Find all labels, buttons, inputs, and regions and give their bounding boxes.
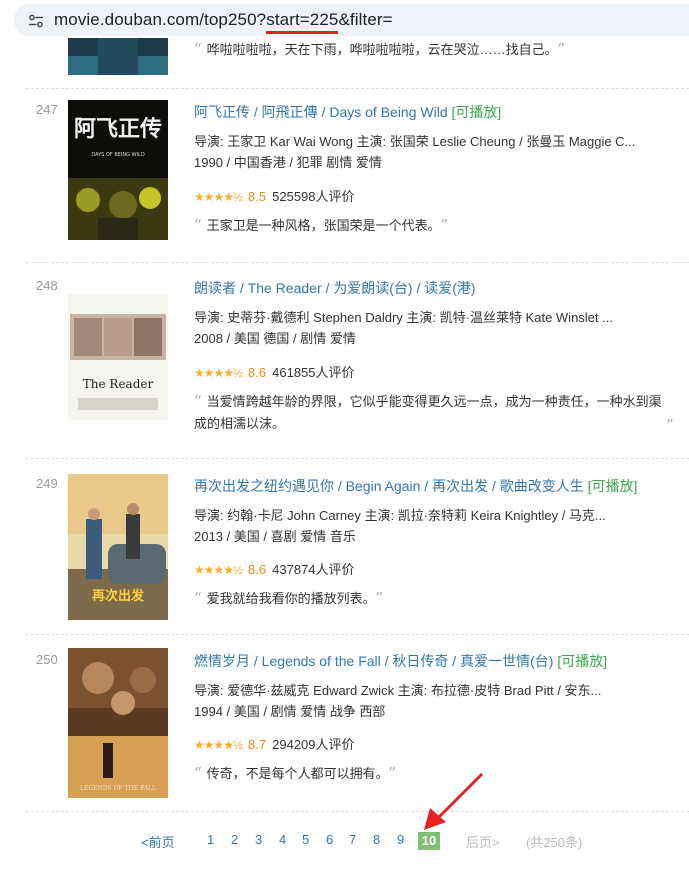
rating-votes: 294209人评价 <box>272 737 355 752</box>
poster-title: The Reader <box>83 377 154 391</box>
page-link-1[interactable]: 1 <box>207 832 214 847</box>
movie-title-line[interactable]: 再次出发之纽约遇见你 / Begin Again / 再次出发 / 歌曲改变人生… <box>194 476 637 496</box>
movie-alt-titles[interactable]: / The Reader / 为爱朗读(台) / 读爱(港) <box>236 280 476 296</box>
quote-open-icon: “ <box>194 764 202 782</box>
movie-title-line[interactable]: 朗读者 / The Reader / 为爱朗读(台) / 读爱(港) <box>194 278 476 298</box>
movie-meta: 1994 / 美国 / 剧情 爱情 战争 西部 <box>194 704 386 719</box>
divider <box>26 262 689 263</box>
movie-poster[interactable]: 阿飞正传 DAYS OF BEING WILD <box>68 100 168 246</box>
movie-title[interactable]: 朗读者 <box>194 280 236 296</box>
movie-poster[interactable]: 再次出发 <box>68 474 168 620</box>
address-pill[interactable]: movie.douban.com/top250?start=225&filter… <box>14 4 689 36</box>
movie-quote: “王家卫是一种风格，张国荣是一个代表。” <box>194 216 448 234</box>
divider <box>26 458 689 459</box>
rating-stars-icon: ★★★★½ <box>194 738 243 752</box>
movie-credits: 导演: 约翰·卡尼 John Carney 主演: 凯拉·奈特莉 Keira K… <box>194 508 606 523</box>
total-count: (共250条) <box>526 835 583 850</box>
rating-votes: 461855人评价 <box>272 365 355 380</box>
url-text[interactable]: movie.douban.com/top250?start=225&filter… <box>54 10 393 30</box>
movie-credits: 导演: 史蒂芬·戴德利 Stephen Daldry 主演: 凯特·温丝莱特 K… <box>194 310 613 325</box>
site-settings-icon[interactable] <box>28 13 44 29</box>
divider <box>26 88 689 89</box>
playable-badge: [可播放] <box>451 104 502 120</box>
poster-title: 阿飞正传 <box>74 117 162 142</box>
movie-meta: 1990 / 中国香港 / 犯罪 剧情 爱情 <box>194 155 382 170</box>
page-link-8[interactable]: 8 <box>373 832 380 847</box>
url-prefix: movie.douban.com/top250? <box>54 10 267 29</box>
rating-stars-icon: ★★★★½ <box>194 563 243 577</box>
movie-quote: “哗啦啦啦啦，天在下雨，哗啦啦啦啦，云在哭泣……找自己。” <box>194 40 565 58</box>
url-highlighted-param: start=225 <box>266 10 339 29</box>
rating-votes: 525598人评价 <box>272 189 355 204</box>
playable-badge: [可播放] <box>587 478 638 494</box>
rating-stars-icon: ★★★★½ <box>194 366 243 380</box>
rating-score: 8.6 <box>248 365 267 380</box>
prev-page-link[interactable]: <前页 <box>141 832 175 851</box>
quote-close-icon: ” <box>557 40 565 58</box>
rating-line: ★★★★½ 8.7 294209人评价 <box>194 734 355 753</box>
rating-score: 8.6 <box>248 562 267 577</box>
page-link-9[interactable]: 9 <box>397 832 404 847</box>
pagination: <前页 1 2 3 4 5 6 7 8 9 10 后页> (共250条) <box>0 832 689 854</box>
rating-line: ★★★★½ 8.6 461855人评价 <box>194 362 355 381</box>
quote-close-icon: ” <box>440 216 448 234</box>
quote-open-icon: “ <box>194 392 202 410</box>
poster-subtitle: DAYS OF BEING WILD <box>91 152 144 158</box>
quote-close-icon: ” <box>666 416 674 434</box>
page-link-5[interactable]: 5 <box>302 832 309 847</box>
rating-score: 8.5 <box>248 189 267 204</box>
rank-number: 249 <box>36 476 58 491</box>
divider <box>26 634 689 635</box>
page-link-2[interactable]: 2 <box>231 832 238 847</box>
quote-open-icon: “ <box>194 589 202 607</box>
movie-title-line[interactable]: 阿飞正传 / 阿飛正傳 / Days of Being Wild [可播放] <box>194 102 501 122</box>
playable-badge: [可播放] <box>557 653 608 669</box>
svg-text:LEGENDS OF THE FALL: LEGENDS OF THE FALL <box>80 785 156 792</box>
movie-quote: “传奇，不是每个人都可以拥有。” <box>194 764 396 782</box>
address-bar[interactable]: movie.douban.com/top250?start=225&filter… <box>0 0 689 38</box>
movie-alt-titles[interactable]: / 阿飛正傳 / Days of Being Wild <box>250 104 448 120</box>
movie-title-line[interactable]: 燃情岁月 / Legends of the Fall / 秋日传奇 / 真爱一世… <box>194 651 607 671</box>
url-suffix: &filter= <box>338 10 393 29</box>
movie-poster[interactable] <box>68 38 168 75</box>
rank-number: 250 <box>36 652 58 667</box>
movie-poster[interactable]: LEGENDS OF THE FALL <box>68 648 168 798</box>
movie-quote: “爱我就给我看你的播放列表。” <box>194 589 383 607</box>
rating-score: 8.7 <box>248 737 267 752</box>
divider <box>26 811 689 812</box>
poster-title: 再次出发 <box>92 588 145 604</box>
quote-close-icon: ” <box>388 764 396 782</box>
rating-line: ★★★★½ 8.6 437874人评价 <box>194 559 355 578</box>
movie-alt-titles[interactable]: / Legends of the Fall / 秋日传奇 / 真爱一世情(台) <box>250 653 554 669</box>
rank-number: 248 <box>36 278 58 293</box>
annotation-arrow-icon <box>424 772 484 830</box>
movie-title[interactable]: 燃情岁月 <box>194 653 250 669</box>
rating-stars-icon: ★★★★½ <box>194 190 243 204</box>
movie-credits: 导演: 爱德华·兹威克 Edward Zwick 主演: 布拉德·皮特 Brad… <box>194 683 602 698</box>
movie-meta: 2008 / 美国 德国 / 剧情 爱情 <box>194 331 356 346</box>
movie-meta: 2013 / 美国 / 喜剧 爱情 音乐 <box>194 529 356 544</box>
movie-credits: 导演: 王家卫 Kar Wai Wong 主演: 张国荣 Leslie Cheu… <box>194 134 636 149</box>
movie-quote: “当爱情跨越年龄的界限，它似乎能变得更久远一点，成为一种责任，一种水到渠成的相濡… <box>194 392 662 431</box>
page-link-3[interactable]: 3 <box>255 832 262 847</box>
rank-number: 247 <box>36 102 58 117</box>
page-link-4[interactable]: 4 <box>279 832 286 847</box>
quote-close-icon: ” <box>375 589 383 607</box>
quote-open-icon: “ <box>194 216 202 234</box>
rating-line: ★★★★½ 8.5 525598人评价 <box>194 186 355 205</box>
rating-votes: 437874人评价 <box>272 562 355 577</box>
page-link-7[interactable]: 7 <box>349 832 356 847</box>
quote-open-icon: “ <box>194 40 202 58</box>
movie-alt-titles[interactable]: / Begin Again / 再次出发 / 歌曲改变人生 <box>334 478 584 494</box>
movie-title[interactable]: 再次出发之纽约遇见你 <box>194 478 334 494</box>
movie-title[interactable]: 阿飞正传 <box>194 104 250 120</box>
next-page-disabled: 后页> <box>466 835 500 850</box>
movie-poster[interactable]: The Reader <box>68 294 168 420</box>
current-page: 10 <box>418 832 440 850</box>
page-link-6[interactable]: 6 <box>326 832 333 847</box>
